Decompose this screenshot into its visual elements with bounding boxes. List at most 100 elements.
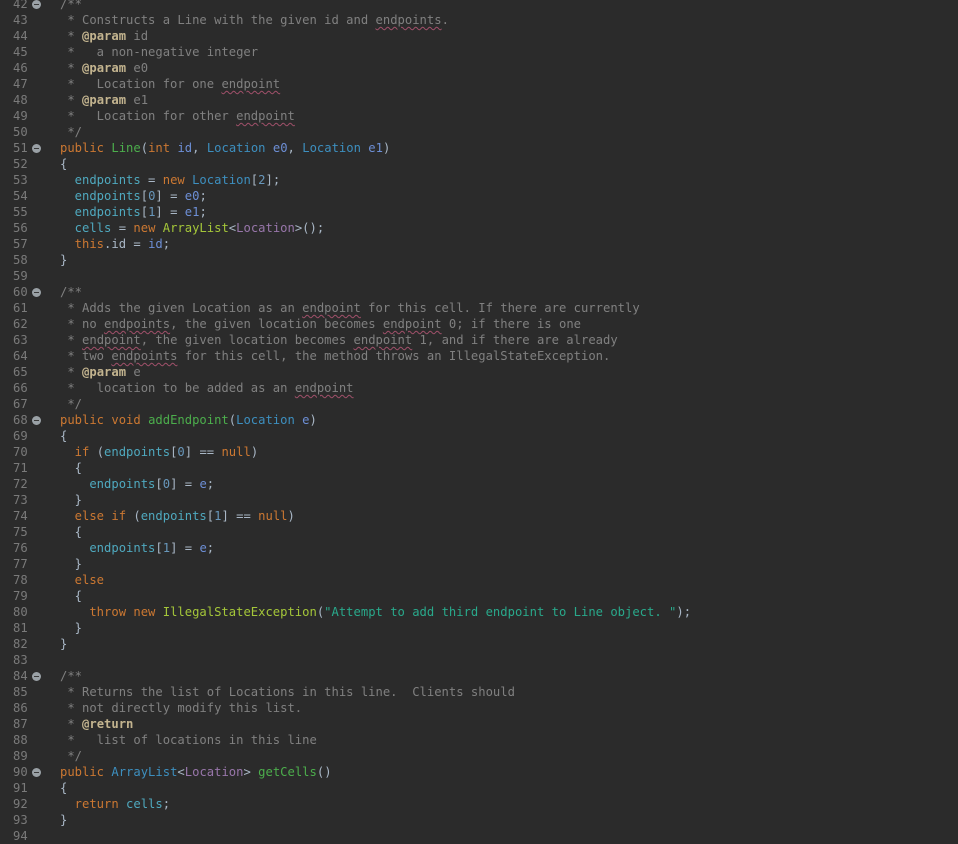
line-number: 85 bbox=[13, 685, 28, 699]
code-token: Line bbox=[111, 141, 141, 155]
code-text: { bbox=[60, 524, 82, 540]
code-text: public ArrayList<Location> getCells() bbox=[60, 764, 332, 780]
code-text: this.id = id; bbox=[60, 236, 170, 252]
code-line[interactable]: 80 throw new IllegalStateException("Atte… bbox=[0, 604, 958, 620]
code-line[interactable]: 46 * @param e0 bbox=[0, 60, 958, 76]
code-line[interactable]: 79 { bbox=[0, 588, 958, 604]
code-line[interactable]: 86 * not directly modify this list. bbox=[0, 700, 958, 716]
line-number: 55 bbox=[13, 205, 28, 219]
code-token: e bbox=[302, 413, 310, 427]
fold-collapse-icon[interactable] bbox=[32, 768, 41, 777]
code-text: * a non-negative integer bbox=[60, 44, 258, 60]
code-token: ; bbox=[162, 237, 171, 251]
line-number: 43 bbox=[13, 13, 28, 27]
code-line[interactable]: 65 * @param e bbox=[0, 364, 958, 380]
code-token: e1 bbox=[184, 205, 200, 219]
code-line[interactable]: 93} bbox=[0, 812, 958, 828]
code-line[interactable]: 87 * @return bbox=[0, 716, 958, 732]
code-line[interactable]: 92 return cells; bbox=[0, 796, 958, 812]
code-token: Location bbox=[192, 173, 251, 187]
code-line[interactable]: 44 * @param id bbox=[0, 28, 958, 44]
code-line[interactable]: 63 * endpoint, the given location become… bbox=[0, 332, 958, 348]
code-line[interactable]: 77 } bbox=[0, 556, 958, 572]
code-token: * Adds the given Location as an bbox=[60, 301, 303, 315]
code-line[interactable]: 88 * list of locations in this line bbox=[0, 732, 958, 748]
fold-collapse-icon[interactable] bbox=[32, 144, 41, 153]
code-token: * bbox=[60, 717, 83, 731]
code-line[interactable]: 81 } bbox=[0, 620, 958, 636]
line-number: 87 bbox=[13, 717, 28, 731]
code-line[interactable]: 54 endpoints[0] = e0; bbox=[0, 188, 958, 204]
code-line[interactable]: 50 */ bbox=[0, 124, 958, 140]
fold-collapse-icon[interactable] bbox=[32, 416, 41, 425]
code-line[interactable]: 83 bbox=[0, 652, 958, 668]
code-line[interactable]: 58} bbox=[0, 252, 958, 268]
code-line[interactable]: 89 */ bbox=[0, 748, 958, 764]
code-line[interactable]: 85 * Returns the list of Locations in th… bbox=[0, 684, 958, 700]
code-line[interactable]: 49 * Location for other endpoint bbox=[0, 108, 958, 124]
code-line[interactable]: 76 endpoints[1] = e; bbox=[0, 540, 958, 556]
line-number: 71 bbox=[13, 461, 28, 475]
code-token: "Attempt to add third endpoint to Line o… bbox=[324, 605, 677, 619]
code-line[interactable]: 70 if (endpoints[0] == null) bbox=[0, 444, 958, 460]
code-line[interactable]: 72 endpoints[0] = e; bbox=[0, 476, 958, 492]
code-text: /** bbox=[60, 668, 82, 684]
code-line[interactable]: 94 bbox=[0, 828, 958, 844]
code-token: null bbox=[221, 445, 251, 459]
code-line[interactable]: 62 * no endpoints, the given location be… bbox=[0, 316, 958, 332]
code-line[interactable]: 56 cells = new ArrayList<Location>(); bbox=[0, 220, 958, 236]
code-token: else bbox=[60, 573, 105, 587]
code-line[interactable]: 82} bbox=[0, 636, 958, 652]
code-token: e bbox=[199, 477, 207, 491]
code-text: } bbox=[60, 252, 67, 268]
code-token: e0 bbox=[272, 141, 288, 155]
line-number: 58 bbox=[13, 253, 28, 267]
code-line[interactable]: 61 * Adds the given Location as an endpo… bbox=[0, 300, 958, 316]
code-line[interactable]: 57 this.id = id; bbox=[0, 236, 958, 252]
code-token: for this cell, the method throws an Ille… bbox=[177, 349, 611, 363]
line-number: 77 bbox=[13, 557, 28, 571]
code-text: else bbox=[60, 572, 104, 588]
fold-collapse-icon[interactable] bbox=[32, 0, 41, 9]
code-line[interactable]: 69 { bbox=[0, 428, 958, 444]
code-line[interactable]: 74 else if (endpoints[1] == null) bbox=[0, 508, 958, 524]
code-line[interactable]: 64 * two endpoints for this cell, the me… bbox=[0, 348, 958, 364]
code-line[interactable]: 53 endpoints = new Location[2]; bbox=[0, 172, 958, 188]
code-line[interactable]: 78 else bbox=[0, 572, 958, 588]
code-text: } bbox=[60, 620, 82, 636]
code-text: endpoints[0] = e; bbox=[60, 476, 214, 492]
code-text: * @param e1 bbox=[60, 92, 148, 108]
code-token: */ bbox=[60, 397, 83, 411]
code-line[interactable]: 48 * @param e1 bbox=[0, 92, 958, 108]
line-number: 89 bbox=[13, 749, 28, 763]
code-line[interactable]: 68 public void addEndpoint(Location e) bbox=[0, 412, 958, 428]
code-line[interactable]: 71 { bbox=[0, 460, 958, 476]
code-line[interactable]: 75 { bbox=[0, 524, 958, 540]
code-editor[interactable]: 42/** 43 * Constructs a Line with the giv… bbox=[0, 0, 958, 843]
code-line[interactable]: 73 } bbox=[0, 492, 958, 508]
line-number: 49 bbox=[13, 109, 28, 123]
fold-collapse-icon[interactable] bbox=[32, 288, 41, 297]
code-line[interactable]: 91 { bbox=[0, 780, 958, 796]
code-line[interactable]: 55 endpoints[1] = e1; bbox=[0, 204, 958, 220]
code-text: * @param e0 bbox=[60, 60, 148, 76]
code-token: Location bbox=[206, 141, 273, 155]
fold-collapse-icon[interactable] bbox=[32, 672, 41, 681]
spellcheck-word: endpoint bbox=[382, 317, 442, 331]
code-line[interactable]: 60/** bbox=[0, 284, 958, 300]
code-line[interactable]: 42/** bbox=[0, 0, 958, 12]
code-line[interactable]: 45 * a non-negative integer bbox=[0, 44, 958, 60]
code-line[interactable]: 66 * location to be added as an endpoint bbox=[0, 380, 958, 396]
code-line[interactable]: 90 public ArrayList<Location> getCells() bbox=[0, 764, 958, 780]
code-line[interactable]: 43 * Constructs a Line with the given id… bbox=[0, 12, 958, 28]
code-token: , bbox=[192, 141, 207, 155]
code-line[interactable]: 84/** bbox=[0, 668, 958, 684]
code-token: } bbox=[60, 621, 83, 635]
code-line[interactable]: 52 { bbox=[0, 156, 958, 172]
line-number: 53 bbox=[13, 173, 28, 187]
code-line[interactable]: 59 bbox=[0, 268, 958, 284]
code-text: endpoints[0] = e0; bbox=[60, 188, 207, 204]
code-line[interactable]: 47 * Location for one endpoint bbox=[0, 76, 958, 92]
code-line[interactable]: 67 */ bbox=[0, 396, 958, 412]
code-line[interactable]: 51 public Line(int id, Location e0, Locat… bbox=[0, 140, 958, 156]
